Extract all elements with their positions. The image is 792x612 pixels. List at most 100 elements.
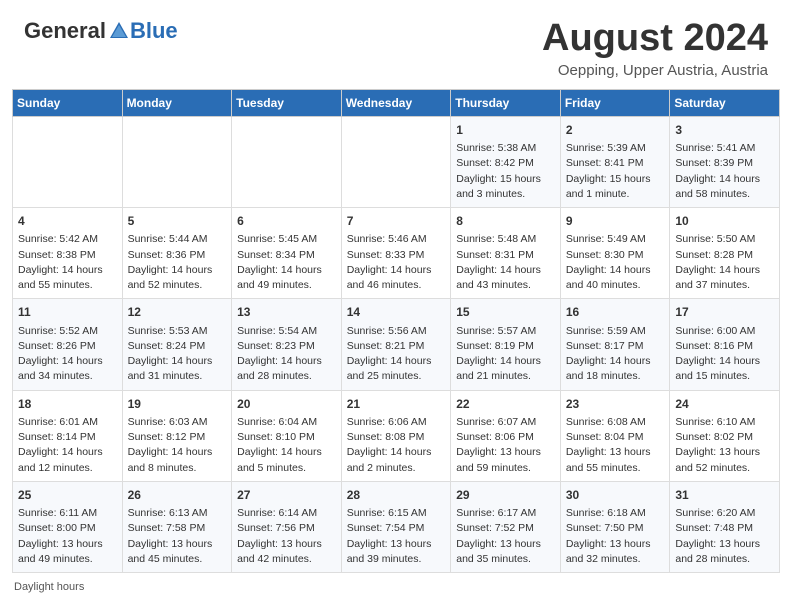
calendar-cell <box>232 116 342 207</box>
day-info: Sunrise: 5:39 AMSunset: 8:41 PMDaylight:… <box>566 141 665 202</box>
calendar-cell: 12Sunrise: 5:53 AMSunset: 8:24 PMDayligh… <box>122 299 232 390</box>
calendar-cell: 28 Sunrise: 6:15 AMSunset: 7:54 PMDayligh… <box>341 481 451 572</box>
day-info: Sunrise: 6:00 AMSunset: 8:16 PMDaylight:… <box>675 324 774 385</box>
day-number: 23 <box>566 396 665 413</box>
calendar-cell: 15 Sunrise: 5:57 AMSunset: 8:19 PMDayligh… <box>451 299 561 390</box>
calendar-cell: 10 Sunrise: 5:50 AMSunset: 8:28 PMDayligh… <box>670 208 780 299</box>
day-info: Sunrise: 6:10 AMSunset: 8:02 PMDaylight:… <box>675 415 774 476</box>
calendar-cell: 22 Sunrise: 6:07 AMSunset: 8:06 PMDayligh… <box>451 390 561 481</box>
calendar-cell <box>341 116 451 207</box>
location-text: Oepping, Upper Austria, Austria <box>542 62 768 79</box>
calendar-cell: 9Sunrise: 5:49 AMSunset: 8:30 PMDaylight… <box>560 208 670 299</box>
calendar-week-row: 11 Sunrise: 5:52 AMSunset: 8:26 PMDayligh… <box>13 299 780 390</box>
day-number: 7 <box>347 213 446 230</box>
day-info: Sunrise: 5:59 AMSunset: 8:17 PMDaylight:… <box>566 324 665 385</box>
calendar-cell: 31Sunrise: 6:20 AMSunset: 7:48 PMDayligh… <box>670 481 780 572</box>
day-number: 26 <box>128 487 227 504</box>
day-info: Sunrise: 5:42 AMSunset: 8:38 PMDaylight:… <box>18 232 117 293</box>
logo: General Blue <box>24 18 178 44</box>
day-number: 4 <box>18 213 117 230</box>
day-info: Sunrise: 6:04 AMSunset: 8:10 PMDaylight:… <box>237 415 336 476</box>
day-info: Sunrise: 5:57 AMSunset: 8:19 PMDaylight:… <box>456 324 555 385</box>
day-number: 11 <box>18 304 117 321</box>
calendar-week-row: 1Sunrise: 5:38 AMSunset: 8:42 PMDaylight… <box>13 116 780 207</box>
calendar-cell: 27 Sunrise: 6:14 AMSunset: 7:56 PMDayligh… <box>232 481 342 572</box>
day-number: 17 <box>675 304 774 321</box>
weekday-header-wednesday: Wednesday <box>341 89 451 116</box>
day-number: 19 <box>128 396 227 413</box>
title-block: August 2024 Oepping, Upper Austria, Aust… <box>542 18 768 79</box>
day-number: 25 <box>18 487 117 504</box>
day-number: 18 <box>18 396 117 413</box>
day-number: 21 <box>347 396 446 413</box>
calendar-cell: 21 Sunrise: 6:06 AMSunset: 8:08 PMDayligh… <box>341 390 451 481</box>
day-info: Sunrise: 5:54 AMSunset: 8:23 PMDaylight:… <box>237 324 336 385</box>
calendar-cell: 20 Sunrise: 6:04 AMSunset: 8:10 PMDayligh… <box>232 390 342 481</box>
day-number: 29 <box>456 487 555 504</box>
weekday-header-thursday: Thursday <box>451 89 561 116</box>
day-info: Sunrise: 5:56 AMSunset: 8:21 PMDaylight:… <box>347 324 446 385</box>
calendar-cell: 24Sunrise: 6:10 AMSunset: 8:02 PMDayligh… <box>670 390 780 481</box>
day-info: Sunrise: 6:18 AMSunset: 7:50 PMDaylight:… <box>566 506 665 567</box>
day-number: 15 <box>456 304 555 321</box>
calendar-cell: 11 Sunrise: 5:52 AMSunset: 8:26 PMDayligh… <box>13 299 123 390</box>
day-number: 8 <box>456 213 555 230</box>
day-info: Sunrise: 5:50 AMSunset: 8:28 PMDaylight:… <box>675 232 774 293</box>
calendar-cell: 3 Sunrise: 5:41 AMSunset: 8:39 PMDaylight… <box>670 116 780 207</box>
day-info: Sunrise: 6:07 AMSunset: 8:06 PMDaylight:… <box>456 415 555 476</box>
day-info: Sunrise: 5:45 AMSunset: 8:34 PMDaylight:… <box>237 232 336 293</box>
calendar-cell: 17 Sunrise: 6:00 AMSunset: 8:16 PMDayligh… <box>670 299 780 390</box>
day-number: 20 <box>237 396 336 413</box>
day-info: Sunrise: 6:01 AMSunset: 8:14 PMDaylight:… <box>18 415 117 476</box>
day-number: 13 <box>237 304 336 321</box>
day-number: 30 <box>566 487 665 504</box>
weekday-header-sunday: Sunday <box>13 89 123 116</box>
day-info: Sunrise: 6:15 AMSunset: 7:54 PMDaylight:… <box>347 506 446 567</box>
calendar-cell: 6Sunrise: 5:45 AMSunset: 8:34 PMDaylight… <box>232 208 342 299</box>
day-info: Sunrise: 6:13 AMSunset: 7:58 PMDaylight:… <box>128 506 227 567</box>
day-number: 31 <box>675 487 774 504</box>
day-number: 12 <box>128 304 227 321</box>
weekday-header-tuesday: Tuesday <box>232 89 342 116</box>
day-number: 3 <box>675 122 774 139</box>
day-number: 10 <box>675 213 774 230</box>
day-info: Sunrise: 5:48 AMSunset: 8:31 PMDaylight:… <box>456 232 555 293</box>
calendar-week-row: 18 Sunrise: 6:01 AMSunset: 8:14 PMDayligh… <box>13 390 780 481</box>
calendar-week-row: 4 Sunrise: 5:42 AMSunset: 8:38 PMDaylight… <box>13 208 780 299</box>
day-info: Sunrise: 6:17 AMSunset: 7:52 PMDaylight:… <box>456 506 555 567</box>
calendar-cell: 18 Sunrise: 6:01 AMSunset: 8:14 PMDayligh… <box>13 390 123 481</box>
day-info: Sunrise: 6:14 AMSunset: 7:56 PMDaylight:… <box>237 506 336 567</box>
day-number: 27 <box>237 487 336 504</box>
day-number: 5 <box>128 213 227 230</box>
day-info: Sunrise: 5:38 AMSunset: 8:42 PMDaylight:… <box>456 141 555 202</box>
calendar-cell: 19Sunrise: 6:03 AMSunset: 8:12 PMDayligh… <box>122 390 232 481</box>
calendar-cell: 16 Sunrise: 5:59 AMSunset: 8:17 PMDayligh… <box>560 299 670 390</box>
footer-note: Daylight hours <box>0 573 792 599</box>
calendar-cell: 25 Sunrise: 6:11 AMSunset: 8:00 PMDayligh… <box>13 481 123 572</box>
logo-blue-text: Blue <box>130 18 178 44</box>
calendar-cell: 5 Sunrise: 5:44 AMSunset: 8:36 PMDaylight… <box>122 208 232 299</box>
calendar-cell: 29 Sunrise: 6:17 AMSunset: 7:52 PMDayligh… <box>451 481 561 572</box>
day-info: Sunrise: 5:44 AMSunset: 8:36 PMDaylight:… <box>128 232 227 293</box>
month-title: August 2024 <box>542 18 768 60</box>
page-header: General Blue August 2024 Oepping, Upper … <box>0 0 792 89</box>
day-number: 2 <box>566 122 665 139</box>
day-info: Sunrise: 5:52 AMSunset: 8:26 PMDaylight:… <box>18 324 117 385</box>
logo-general-text: General <box>24 18 106 44</box>
weekday-header-monday: Monday <box>122 89 232 116</box>
day-info: Sunrise: 6:11 AMSunset: 8:00 PMDaylight:… <box>18 506 117 567</box>
day-info: Sunrise: 6:08 AMSunset: 8:04 PMDaylight:… <box>566 415 665 476</box>
weekday-header-row: SundayMondayTuesdayWednesdayThursdayFrid… <box>13 89 780 116</box>
calendar-cell: 30 Sunrise: 6:18 AMSunset: 7:50 PMDayligh… <box>560 481 670 572</box>
day-info: Sunrise: 6:06 AMSunset: 8:08 PMDaylight:… <box>347 415 446 476</box>
calendar-cell <box>13 116 123 207</box>
calendar-cell <box>122 116 232 207</box>
day-number: 28 <box>347 487 446 504</box>
calendar-week-row: 25 Sunrise: 6:11 AMSunset: 8:00 PMDayligh… <box>13 481 780 572</box>
day-number: 22 <box>456 396 555 413</box>
day-info: Sunrise: 5:41 AMSunset: 8:39 PMDaylight:… <box>675 141 774 202</box>
day-number: 16 <box>566 304 665 321</box>
day-number: 14 <box>347 304 446 321</box>
calendar-cell: 4 Sunrise: 5:42 AMSunset: 8:38 PMDaylight… <box>13 208 123 299</box>
weekday-header-friday: Friday <box>560 89 670 116</box>
